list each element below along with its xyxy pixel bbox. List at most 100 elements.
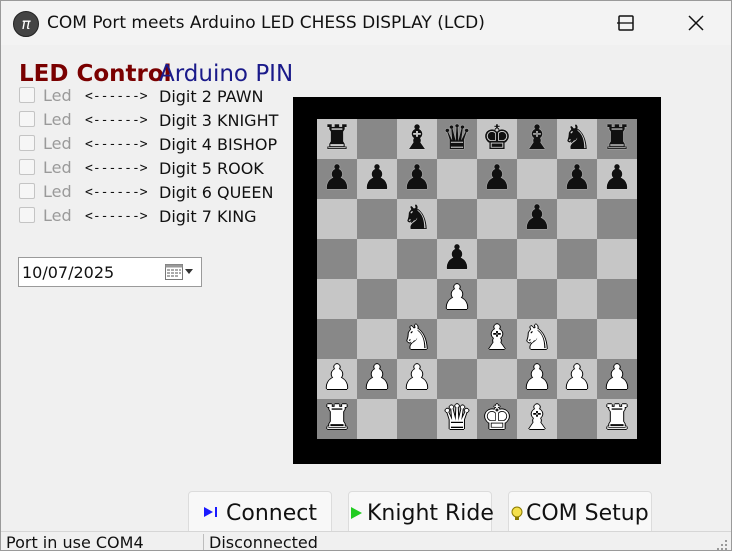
square-a4[interactable] bbox=[317, 279, 357, 319]
white-knight-icon[interactable]: ♞ bbox=[517, 319, 557, 359]
black-pawn-icon[interactable]: ♟ bbox=[397, 159, 437, 199]
square-b1[interactable] bbox=[357, 399, 397, 439]
white-pawn-icon[interactable]: ♟ bbox=[317, 359, 357, 399]
square-a1[interactable]: ♜ bbox=[317, 399, 357, 439]
led-checkbox-label[interactable]: Led bbox=[43, 206, 72, 225]
white-pawn-icon[interactable]: ♟ bbox=[397, 359, 437, 399]
square-b3[interactable] bbox=[357, 319, 397, 359]
square-a7[interactable]: ♟ bbox=[317, 159, 357, 199]
square-f5[interactable] bbox=[517, 239, 557, 279]
white-bishop-icon[interactable]: ♝ bbox=[477, 319, 517, 359]
square-c8[interactable]: ♝ bbox=[397, 119, 437, 159]
square-d8[interactable]: ♛ bbox=[437, 119, 477, 159]
white-king-icon[interactable]: ♚ bbox=[477, 399, 517, 439]
square-c4[interactable] bbox=[397, 279, 437, 319]
black-king-icon[interactable]: ♚ bbox=[477, 119, 517, 159]
black-pawn-icon[interactable]: ♟ bbox=[317, 159, 357, 199]
led-checkbox-label[interactable]: Led bbox=[43, 134, 72, 153]
black-pawn-icon[interactable]: ♟ bbox=[477, 159, 517, 199]
square-h8[interactable]: ♜ bbox=[597, 119, 637, 159]
led-checkbox[interactable] bbox=[19, 111, 35, 127]
square-b2[interactable]: ♟ bbox=[357, 359, 397, 399]
black-bishop-icon[interactable]: ♝ bbox=[517, 119, 557, 159]
square-h2[interactable]: ♟ bbox=[597, 359, 637, 399]
black-pawn-icon[interactable]: ♟ bbox=[517, 199, 557, 239]
square-h3[interactable] bbox=[597, 319, 637, 359]
square-c5[interactable] bbox=[397, 239, 437, 279]
led-checkbox[interactable] bbox=[19, 135, 35, 151]
square-e1[interactable]: ♚ bbox=[477, 399, 517, 439]
square-b5[interactable] bbox=[357, 239, 397, 279]
square-g1[interactable] bbox=[557, 399, 597, 439]
square-a3[interactable] bbox=[317, 319, 357, 359]
square-g5[interactable] bbox=[557, 239, 597, 279]
chessboard[interactable]: ♜ ♝ ♛ ♚ ♝ ♞ ♜ ♟ ♟ ♟ ♟ ♟ ♟ ♞ ♟ ♟ ♟ ♞ ♝ ♞ ♟ ♟ ♟ ♟ ♟ ♟ ♜ ♛ ♚ ♝ ♜ bbox=[317, 119, 637, 439]
square-h4[interactable] bbox=[597, 279, 637, 319]
square-h5[interactable] bbox=[597, 239, 637, 279]
square-d3[interactable] bbox=[437, 319, 477, 359]
white-rook-icon[interactable]: ♜ bbox=[597, 399, 637, 439]
square-f6[interactable]: ♟ bbox=[517, 199, 557, 239]
maximize-button[interactable] bbox=[609, 1, 645, 45]
led-checkbox[interactable] bbox=[19, 87, 35, 103]
white-pawn-icon[interactable]: ♟ bbox=[597, 359, 637, 399]
black-rook-icon[interactable]: ♜ bbox=[597, 119, 637, 159]
black-pawn-icon[interactable]: ♟ bbox=[557, 159, 597, 199]
white-bishop-icon[interactable]: ♝ bbox=[517, 399, 557, 439]
square-e6[interactable] bbox=[477, 199, 517, 239]
square-h1[interactable]: ♜ bbox=[597, 399, 637, 439]
square-e2[interactable] bbox=[477, 359, 517, 399]
square-a8[interactable]: ♜ bbox=[317, 119, 357, 159]
square-c2[interactable]: ♟ bbox=[397, 359, 437, 399]
square-a5[interactable] bbox=[317, 239, 357, 279]
white-rook-icon[interactable]: ♜ bbox=[317, 399, 357, 439]
black-pawn-icon[interactable]: ♟ bbox=[597, 159, 637, 199]
square-d2[interactable] bbox=[437, 359, 477, 399]
square-c6[interactable]: ♞ bbox=[397, 199, 437, 239]
white-pawn-icon[interactable]: ♟ bbox=[517, 359, 557, 399]
square-f7[interactable] bbox=[517, 159, 557, 199]
black-pawn-icon[interactable]: ♟ bbox=[437, 239, 477, 279]
square-c1[interactable] bbox=[397, 399, 437, 439]
square-d7[interactable] bbox=[437, 159, 477, 199]
square-c3[interactable]: ♞ bbox=[397, 319, 437, 359]
title-bar[interactable]: π COM Port meets Arduino LED CHESS DISPL… bbox=[1, 1, 731, 45]
square-b8[interactable] bbox=[357, 119, 397, 159]
square-g3[interactable] bbox=[557, 319, 597, 359]
white-queen-icon[interactable]: ♛ bbox=[437, 399, 477, 439]
square-e8[interactable]: ♚ bbox=[477, 119, 517, 159]
black-bishop-icon[interactable]: ♝ bbox=[397, 119, 437, 159]
square-b4[interactable] bbox=[357, 279, 397, 319]
chevron-down-icon[interactable] bbox=[185, 269, 193, 274]
date-picker[interactable]: 10/07/2025 bbox=[18, 257, 202, 287]
square-e4[interactable] bbox=[477, 279, 517, 319]
square-c7[interactable]: ♟ bbox=[397, 159, 437, 199]
resize-grip-icon[interactable] bbox=[717, 540, 727, 550]
led-checkbox[interactable] bbox=[19, 207, 35, 223]
square-g7[interactable]: ♟ bbox=[557, 159, 597, 199]
led-checkbox[interactable] bbox=[19, 159, 35, 175]
white-pawn-icon[interactable]: ♟ bbox=[357, 359, 397, 399]
square-e3[interactable]: ♝ bbox=[477, 319, 517, 359]
black-queen-icon[interactable]: ♛ bbox=[437, 119, 477, 159]
black-rook-icon[interactable]: ♜ bbox=[317, 119, 357, 159]
led-checkbox-label[interactable]: Led bbox=[43, 158, 72, 177]
white-pawn-icon[interactable]: ♟ bbox=[557, 359, 597, 399]
white-knight-icon[interactable]: ♞ bbox=[397, 319, 437, 359]
led-checkbox-label[interactable]: Led bbox=[43, 182, 72, 201]
square-f3[interactable]: ♞ bbox=[517, 319, 557, 359]
square-f1[interactable]: ♝ bbox=[517, 399, 557, 439]
square-a6[interactable] bbox=[317, 199, 357, 239]
led-checkbox-label[interactable]: Led bbox=[43, 110, 72, 129]
calendar-icon[interactable] bbox=[165, 264, 183, 280]
black-knight-icon[interactable]: ♞ bbox=[397, 199, 437, 239]
square-f2[interactable]: ♟ bbox=[517, 359, 557, 399]
led-checkbox[interactable] bbox=[19, 183, 35, 199]
close-button[interactable] bbox=[669, 1, 729, 45]
black-pawn-icon[interactable]: ♟ bbox=[357, 159, 397, 199]
square-g2[interactable]: ♟ bbox=[557, 359, 597, 399]
square-b6[interactable] bbox=[357, 199, 397, 239]
square-g4[interactable] bbox=[557, 279, 597, 319]
square-d6[interactable] bbox=[437, 199, 477, 239]
square-g6[interactable] bbox=[557, 199, 597, 239]
